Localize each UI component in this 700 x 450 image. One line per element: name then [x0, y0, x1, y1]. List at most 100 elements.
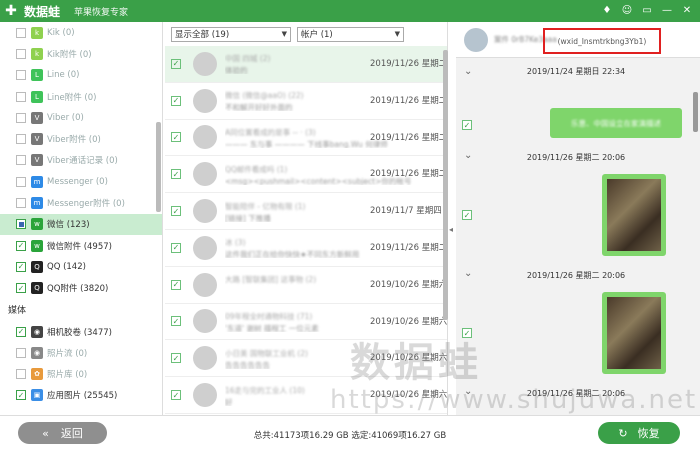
sidebar-item[interactable]: L Line (0) — [0, 65, 162, 86]
account-filter-select[interactable]: 帐户 (1) ▼ — [297, 26, 404, 42]
sidebar-item[interactable]: L Line附件 (0) — [0, 86, 162, 107]
image-message-bubble[interactable] — [602, 292, 666, 374]
category-checkbox[interactable] — [16, 27, 26, 38]
sidebar-item[interactable]: ✓ w 微信附件 (4957) — [0, 235, 162, 256]
category-checkbox[interactable] — [16, 369, 26, 380]
category-checkbox[interactable] — [16, 347, 26, 358]
category-checkbox[interactable] — [16, 48, 26, 59]
sidebar-item-label: QQ (142) — [47, 261, 86, 272]
list-item[interactable]: ✓ QQ邮件看成吗 (1) <msg><pushmail><content><sub… — [165, 156, 447, 194]
row-checkbox[interactable]: ✓ — [171, 242, 181, 253]
category-checkbox[interactable]: ✓ — [16, 390, 26, 401]
sidebar-item[interactable]: ✓ Q QQ (142) — [0, 256, 162, 277]
sidebar-item-label: Kik附件 (0) — [47, 49, 92, 60]
sidebar-item-label: 相机胶卷 (3477) — [47, 327, 112, 338]
category-checkbox[interactable] — [16, 155, 26, 166]
category-checkbox[interactable] — [16, 198, 26, 209]
list-item[interactable]: ✓ 冰 (3) 这件我们正在给你快快★不同东方新鲜用 2019/11/26 星期二 — [165, 230, 447, 267]
menu-icon[interactable]: ▭ — [640, 3, 654, 17]
sidebar-item[interactable]: ◉ 照片流 (0) — [0, 342, 162, 363]
row-checkbox[interactable]: ✓ — [171, 95, 181, 106]
close-icon[interactable]: ✕ — [680, 3, 694, 17]
sidebar-item-label: 照片库 (0) — [47, 370, 88, 381]
avatar — [193, 199, 217, 224]
chevron-down-icon[interactable]: ⌄ — [464, 66, 472, 77]
display-filter-select[interactable]: 显示全部 (19) ▼ — [171, 26, 291, 42]
title-bar: ✚ 数据蛙 苹果恢复专家 ♦ ☺ ▭ — ✕ — [0, 0, 700, 22]
row-checkbox[interactable]: ✓ — [171, 132, 181, 143]
chevron-down-icon[interactable]: ⌄ — [464, 268, 472, 279]
row-checkbox[interactable]: ✓ — [171, 390, 181, 401]
account-filter-value: 帐户 (1) — [301, 30, 333, 40]
watermark-url: https://www.shujuwa.net — [330, 385, 698, 415]
chat-detail-pane: 案件 0rB7Ke3aaa (wxid_Insmtrkbng3Yb1) ⌄ 20… — [456, 22, 700, 415]
sidebar-item-label: 微信 (123) — [47, 220, 90, 231]
watermark-brand: 数据蛙 — [350, 340, 482, 386]
sidebar-item-label: Messenger附件 (0) — [47, 199, 125, 210]
category-checkbox[interactable] — [16, 70, 26, 81]
row-checkbox[interactable]: ✓ — [171, 169, 181, 180]
viber-calls-icon: V — [31, 154, 43, 167]
avatar — [193, 272, 217, 297]
row-checkbox[interactable]: ✓ — [171, 279, 181, 290]
image-message-bubble[interactable] — [602, 174, 666, 256]
chevron-down-icon: ▼ — [394, 30, 400, 38]
sidebar-item[interactable]: w 微信 (123) — [0, 213, 162, 235]
list-item[interactable]: ✓ 大路 [智联集团] 这事物 (2) 2019/10/26 星期六 — [165, 267, 447, 304]
recover-button[interactable]: ↻ 恢复 — [598, 422, 680, 444]
message-photo — [607, 297, 661, 369]
sidebar-scrollbar[interactable] — [156, 122, 161, 212]
category-checkbox[interactable] — [16, 219, 26, 230]
list-item[interactable]: ✓ 中国 四城 (2) 体验的 2019/11/26 星期二 — [165, 46, 447, 83]
sidebar-item-label: Line (0) — [47, 70, 80, 81]
sidebar-item[interactable]: V Viber (0) — [0, 107, 162, 128]
display-filter-value: 显示全部 (19) — [175, 30, 230, 40]
window-controls: ♦ ☺ ▭ — ✕ — [600, 3, 694, 17]
row-checkbox[interactable]: ✓ — [171, 316, 181, 327]
chat-header: 案件 0rB7Ke3aaa (wxid_Insmtrkbng3Yb1) — [456, 22, 700, 58]
sidebar-item[interactable]: ✓ ◉ 相机胶卷 (3477) — [0, 321, 162, 342]
sidebar-item[interactable]: k Kik (0) — [0, 22, 162, 43]
feedback-icon[interactable]: ☺ — [620, 3, 634, 17]
list-item[interactable]: ✓ 智能陪伴 - 亿物有限 (1) [链接] 下推播 2019/11/7 星期四 — [165, 193, 447, 230]
row-checkbox[interactable]: ✓ — [171, 206, 181, 217]
sidebar-item[interactable]: m Messenger (0) — [0, 171, 162, 192]
filter-bar: 显示全部 (19) ▼ 帐户 (1) ▼ — [165, 22, 447, 46]
collapse-arrow-icon[interactable]: ◂ — [449, 225, 453, 234]
category-checkbox[interactable]: ✓ — [16, 326, 26, 337]
category-checkbox[interactable] — [16, 176, 26, 187]
row-checkbox[interactable]: ✓ — [171, 58, 181, 69]
sidebar-item[interactable]: ✓ Q QQ附件 (3820) — [0, 278, 162, 299]
chevron-down-icon: ▼ — [281, 30, 287, 38]
sidebar-item[interactable]: k Kik附件 (0) — [0, 43, 162, 64]
category-checkbox[interactable] — [16, 134, 26, 145]
category-checkbox[interactable]: ✓ — [16, 240, 26, 251]
sidebar-item[interactable]: ✓ ▣ 应用图片 (25545) — [0, 385, 162, 406]
contact-id-highlight: (wxid_Insmtrkbng3Yb1) — [543, 28, 661, 54]
avatar — [193, 88, 217, 113]
category-checkbox[interactable]: ✓ — [16, 261, 26, 272]
chat-scrollbar[interactable] — [693, 92, 698, 132]
sidebar-item[interactable]: ✿ 照片库 (0) — [0, 363, 162, 384]
message-text: 乐意、中国设立在家演描述 — [571, 118, 661, 128]
sidebar-item[interactable]: V Viber通话记录 (0) — [0, 150, 162, 171]
wechat-icon: w — [31, 218, 43, 231]
list-item[interactable]: ✓ A同位置看成的是事 -- · (3) ——— 东与事 ———— 下线事bang.… — [165, 120, 447, 157]
sidebar-item[interactable]: V Viber附件 (0) — [0, 128, 162, 149]
chevron-down-icon[interactable]: ⌄ — [464, 150, 472, 161]
sidebar-item[interactable]: m Messenger附件 (0) — [0, 192, 162, 213]
sidebar-item-label: Viber通话记录 (0) — [47, 156, 118, 167]
diamond-icon[interactable]: ♦ — [600, 3, 614, 17]
list-scrollbar[interactable] — [443, 50, 448, 320]
category-checkbox[interactable] — [16, 112, 26, 123]
row-date: 2019/11/26 星期二 — [370, 95, 448, 106]
category-checkbox[interactable] — [16, 91, 26, 102]
row-checkbox[interactable]: ✓ — [171, 353, 181, 364]
message-checkbox[interactable]: ✓ — [462, 120, 472, 130]
qq-attachment-icon: Q — [31, 282, 43, 295]
category-checkbox[interactable]: ✓ — [16, 283, 26, 294]
app-photos-icon: ▣ — [31, 389, 43, 402]
list-item[interactable]: ✓ 微信 (微信@aaO) (22) 不和解开好好外面的 2019/11/26 星期二 — [165, 83, 447, 120]
minimize-icon[interactable]: — — [660, 3, 674, 17]
message-checkbox[interactable]: ✓ — [462, 210, 472, 220]
